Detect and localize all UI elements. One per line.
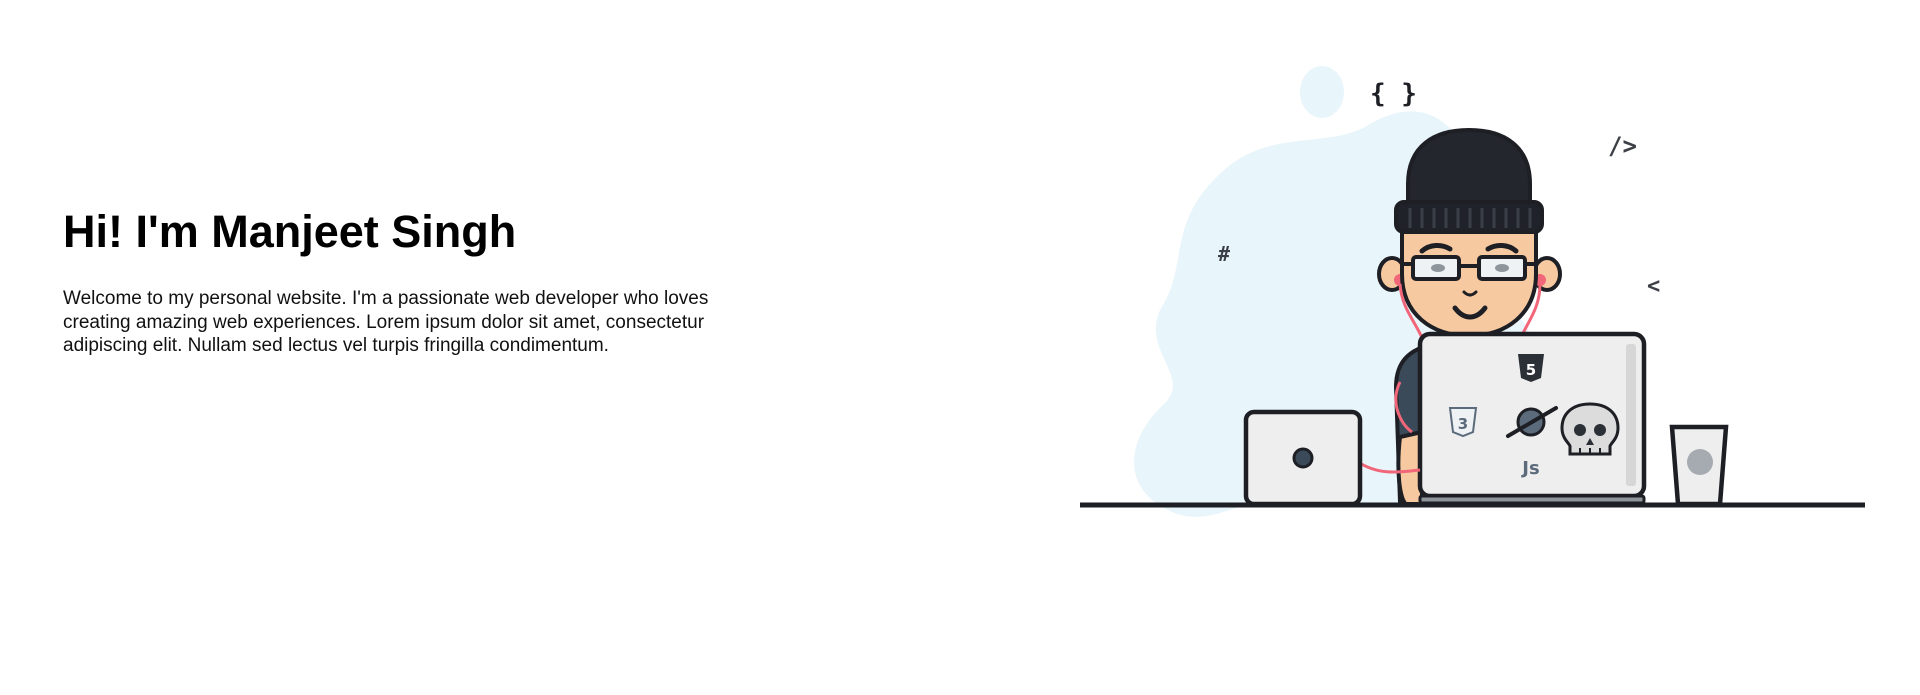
developer-illustration: { } /> # < 5 3 Js	[1070, 52, 1870, 542]
skull-icon	[1560, 402, 1620, 456]
laptop-icon: 5 3 Js	[1417, 331, 1647, 505]
js-icon: Js	[1520, 458, 1539, 479]
hash-icon: #	[1218, 242, 1230, 266]
hero-description: Welcome to my personal website. I'm a pa…	[63, 288, 709, 356]
hero-text: Hi! I'm Manjeet Singh Welcome to my pers…	[63, 204, 763, 358]
beanie-icon	[1406, 127, 1532, 214]
tablet-icon	[1243, 409, 1363, 507]
svg-text:3: 3	[1458, 415, 1468, 433]
hero-section: Hi! I'm Manjeet Singh Welcome to my pers…	[0, 0, 1920, 695]
hero-title: Hi! I'm Manjeet Singh	[63, 206, 517, 257]
css3-icon: 3	[1448, 407, 1478, 438]
html5-icon: 5	[1518, 354, 1544, 382]
cup-icon	[1669, 424, 1729, 507]
angle-bracket-icon: <	[1647, 274, 1660, 299]
background-blob-small	[1300, 66, 1344, 118]
svg-text:5: 5	[1526, 361, 1536, 379]
braces-icon: { }	[1370, 79, 1417, 109]
code-tag-icon: />	[1608, 132, 1637, 160]
